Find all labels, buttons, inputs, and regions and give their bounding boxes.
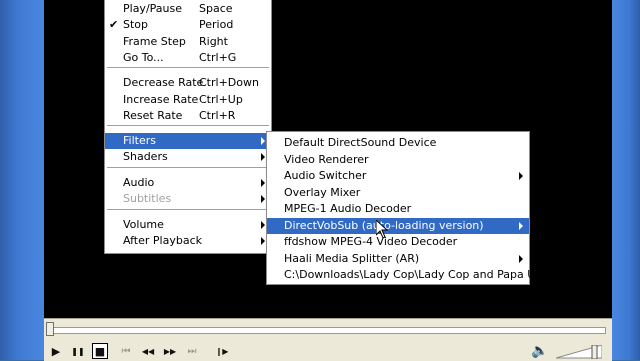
filter-item-mpeg-1-audio-decoder[interactable]: MPEG-1 Audio Decoder bbox=[267, 201, 529, 217]
menu-item-increase-rate[interactable]: Increase Rate Ctrl+Up bbox=[105, 92, 271, 108]
volume-wedge-icon bbox=[556, 345, 602, 359]
menu-item-shortcut: Ctrl+Up bbox=[199, 93, 243, 106]
menu-item-shortcut: Ctrl+G bbox=[199, 51, 237, 64]
stop-icon: ■ bbox=[94, 344, 106, 358]
menu-item-volume[interactable]: Volume bbox=[105, 217, 271, 233]
submenu-arrow-icon bbox=[261, 179, 265, 187]
menu-item-shortcut: Ctrl+R bbox=[199, 109, 236, 122]
menu-item-label: Audio bbox=[123, 176, 155, 189]
filter-item-label: Overlay Mixer bbox=[284, 185, 361, 199]
submenu-arrow-icon bbox=[261, 137, 265, 145]
submenu-arrow-icon bbox=[519, 254, 523, 263]
filter-item-label: MPEG-1 Audio Decoder bbox=[284, 202, 412, 215]
next-button[interactable]: ⏭ bbox=[184, 343, 200, 359]
filter-item-label: Audio Switcher bbox=[284, 169, 367, 182]
fast-forward-icon: ▶▶ bbox=[163, 346, 177, 356]
window-frame-right bbox=[612, 0, 640, 360]
submenu-arrow-icon bbox=[261, 221, 265, 229]
rewind-button[interactable]: ◀◀ bbox=[140, 343, 156, 359]
next-icon: ⏭ bbox=[187, 345, 197, 357]
filter-item-default-directsound-device[interactable]: Default DirectSound Device bbox=[267, 135, 529, 151]
menu-separator bbox=[107, 67, 269, 69]
menu-item-label: After Playback bbox=[123, 234, 202, 247]
previous-button[interactable]: ⏮ bbox=[118, 343, 134, 359]
submenu-arrow-icon bbox=[519, 221, 523, 230]
menu-item-label: Volume bbox=[123, 218, 164, 231]
menu-item-label: Frame Step bbox=[123, 35, 186, 48]
seek-bar[interactable] bbox=[50, 327, 606, 334]
menu-item-label: Go To... bbox=[123, 51, 164, 64]
menu-item-play-pause[interactable]: Play/Pause Space bbox=[105, 1, 271, 17]
menu-item-subtitles[interactable]: Subtitles bbox=[105, 191, 271, 207]
filter-item-audio-switcher[interactable]: Audio Switcher bbox=[267, 168, 529, 184]
checkmark-icon: ✔ bbox=[109, 18, 119, 31]
window-frame-left bbox=[0, 0, 44, 360]
menu-item-label: Decrease Rate bbox=[123, 76, 204, 89]
menu-item-label: Reset Rate bbox=[123, 109, 183, 122]
menu-item-shortcut: Period bbox=[199, 18, 234, 31]
frame-step-icon: ❙▶ bbox=[215, 346, 229, 356]
pause-button[interactable]: ❚❚ bbox=[70, 343, 86, 359]
frame-step-button[interactable]: ❙▶ bbox=[214, 343, 230, 359]
filter-item-video-renderer[interactable]: Video Renderer bbox=[267, 152, 529, 168]
menu-item-audio[interactable]: Audio bbox=[105, 175, 271, 191]
volume-slider[interactable] bbox=[556, 345, 602, 359]
play-icon: ▶ bbox=[51, 344, 61, 358]
filter-item-label: Video Renderer bbox=[284, 152, 369, 166]
menu-item-label: Shaders bbox=[123, 150, 168, 163]
menu-item-shortcut: Ctrl+Down bbox=[199, 76, 259, 89]
menu-item-shortcut: Right bbox=[199, 35, 228, 48]
filter-item-label: Default DirectSound Device bbox=[284, 136, 437, 149]
seek-thumb[interactable] bbox=[46, 322, 54, 336]
volume-button[interactable]: 🔈 bbox=[531, 343, 549, 359]
filter-item-label: ffdshow MPEG-4 Video Decoder bbox=[284, 235, 458, 248]
menu-item-reset-rate[interactable]: Reset Rate Ctrl+R bbox=[105, 108, 271, 124]
submenu-arrow-icon bbox=[261, 153, 265, 161]
menu-item-label: Subtitles bbox=[123, 192, 172, 205]
submenu-arrow-icon bbox=[519, 172, 523, 180]
speaker-icon: 🔈 bbox=[531, 343, 549, 359]
submenu-arrow-icon bbox=[261, 237, 265, 245]
filter-item-overlay-mixer[interactable]: Overlay Mixer bbox=[267, 185, 529, 201]
playback-toolbar: ▶ ❚❚ ■ ⏮ ◀◀ ▶▶ ⏭ ❙▶ 🔈 bbox=[44, 318, 612, 361]
filter-item-directvobsub-auto-loading-version[interactable]: DirectVobSub (auto-loading version) bbox=[267, 217, 529, 234]
stop-button[interactable]: ■ bbox=[92, 343, 108, 359]
context-menu: Play/Pause Space ✔ Stop Period Frame Step Righ… bbox=[104, 0, 272, 254]
fast-forward-button[interactable]: ▶▶ bbox=[162, 343, 178, 359]
menu-item-shortcut: Space bbox=[199, 2, 233, 15]
menu-item-label: Increase Rate bbox=[123, 93, 199, 106]
menu-item-stop[interactable]: ✔ Stop Period bbox=[105, 17, 271, 33]
menu-separator bbox=[107, 125, 269, 127]
menu-separator bbox=[107, 209, 269, 211]
menu-item-go-to[interactable]: Go To... Ctrl+G bbox=[105, 50, 271, 66]
menu-item-label: Filters bbox=[123, 134, 156, 147]
submenu-arrow-icon bbox=[261, 195, 265, 203]
previous-icon: ⏮ bbox=[121, 345, 131, 357]
menu-item-frame-step[interactable]: Frame Step Right bbox=[105, 34, 271, 50]
filter-item-label: Haali Media Splitter (AR) bbox=[284, 251, 420, 265]
menu-item-label: Play/Pause bbox=[123, 2, 182, 15]
mouse-cursor-icon bbox=[376, 220, 388, 239]
menu-item-filters[interactable]: Filters bbox=[105, 133, 271, 149]
filter-item-ffdshow-mpeg-4-video-decoder[interactable]: ffdshow MPEG-4 Video Decoder bbox=[267, 234, 529, 250]
filter-item-c-downloads-lady-cop-lady-cop-and-papa-u[interactable]: C:\Downloads\Lady Cop\Lady Cop and Papa … bbox=[267, 267, 570, 283]
menu-item-label: Stop bbox=[123, 18, 149, 31]
menu-separator bbox=[107, 167, 269, 169]
pause-icon: ❚❚ bbox=[71, 346, 85, 356]
rewind-icon: ◀◀ bbox=[141, 346, 155, 356]
menu-item-after-playback[interactable]: After Playback bbox=[105, 233, 271, 249]
menu-item-decrease-rate[interactable]: Decrease Rate Ctrl+Down bbox=[105, 75, 271, 91]
play-button[interactable]: ▶ bbox=[48, 343, 64, 359]
menu-item-shaders[interactable]: Shaders bbox=[105, 149, 271, 165]
filters-submenu: Default DirectSound Device Video Renderer… bbox=[266, 131, 570, 285]
filter-item-label: C:\Downloads\Lady Cop\Lady Cop and Papa … bbox=[284, 268, 570, 281]
filter-item-haali-media-splitter-ar[interactable]: Haali Media Splitter (AR) bbox=[267, 251, 529, 267]
